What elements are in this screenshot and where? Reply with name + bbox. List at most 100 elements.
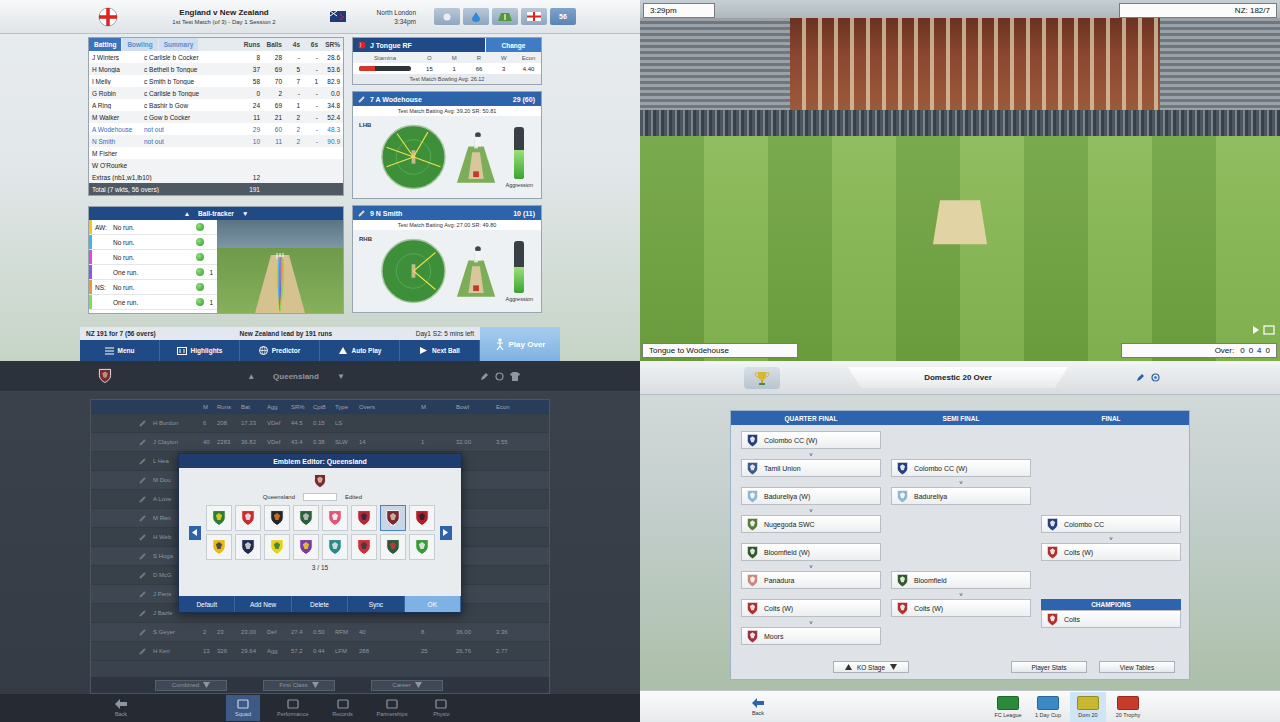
- competition-tab[interactable]: 20 Trophy: [1110, 692, 1146, 722]
- ball-row[interactable]: One run.1: [89, 295, 217, 310]
- dialog-button[interactable]: Add New: [235, 596, 291, 612]
- batter-row[interactable]: A Ringc Bashir b Gow24691-34.8: [89, 99, 343, 111]
- filter-select[interactable]: First Class: [263, 680, 335, 691]
- edit-icon[interactable]: [1136, 373, 1145, 382]
- previous-page-button[interactable]: [189, 526, 201, 540]
- shirt-icon[interactable]: [510, 372, 520, 381]
- batter-row[interactable]: M Walkerc Gow b Cocker11212-52.4: [89, 111, 343, 123]
- next-button[interactable]: ▼: [242, 210, 248, 217]
- stage-select[interactable]: KO Stage: [833, 661, 909, 673]
- team-box[interactable]: Colombo CC (W): [741, 431, 881, 449]
- bracket-button[interactable]: View Tables: [1099, 661, 1175, 673]
- dialog-button[interactable]: Delete: [292, 596, 348, 612]
- back-button[interactable]: Back: [104, 695, 138, 721]
- pitch-button[interactable]: [492, 8, 518, 25]
- ball-icon[interactable]: [495, 372, 504, 381]
- edit-icon[interactable]: [480, 372, 489, 381]
- scorecard-tab[interactable]: Bowling: [122, 38, 157, 51]
- next-team-button[interactable]: ▼: [337, 372, 345, 381]
- emblem-option[interactable]: [351, 534, 377, 560]
- team-box[interactable]: Badureliya: [891, 487, 1031, 505]
- competition-tab[interactable]: 1 Day Cup: [1030, 692, 1066, 722]
- target-icon[interactable]: [1151, 373, 1160, 382]
- squad-nav-item[interactable]: Records: [326, 695, 360, 721]
- player-row[interactable]: H Burdon620817.33VDef44.50.15LS: [91, 414, 549, 433]
- squad-nav-item[interactable]: Partnerships: [374, 695, 411, 721]
- batter-row[interactable]: W O'Rourke: [89, 159, 343, 171]
- emblem-option[interactable]: [380, 505, 406, 531]
- overs-badge[interactable]: 56: [550, 8, 576, 25]
- dropdown-arrow-icon[interactable]: [312, 682, 319, 688]
- emblem-option[interactable]: [409, 534, 435, 560]
- team-box[interactable]: Colts: [1041, 610, 1181, 628]
- emblem-option[interactable]: [293, 505, 319, 531]
- competition-tab[interactable]: FC League: [990, 692, 1026, 722]
- control-button[interactable]: Highlights: [160, 340, 240, 361]
- player-row[interactable]: H Kerr1332629.64Agg57.20.44LFM2882526.76…: [91, 642, 549, 661]
- dialog-button[interactable]: Sync: [348, 596, 404, 612]
- control-button[interactable]: Menu: [80, 340, 160, 361]
- team-box[interactable]: Colts (W): [741, 599, 881, 617]
- next-page-button[interactable]: [440, 526, 452, 540]
- scorecard-tab[interactable]: Batting: [89, 38, 121, 51]
- team-box[interactable]: Colombo CC (W): [891, 459, 1031, 477]
- team-box[interactable]: Bloomfield: [891, 571, 1031, 589]
- emblem-option[interactable]: [351, 505, 377, 531]
- dialog-button[interactable]: Default: [179, 596, 235, 612]
- emblem-option[interactable]: [322, 505, 348, 531]
- batter-row[interactable]: N Smithnot out10112-90.9: [89, 135, 343, 147]
- aggression-meter[interactable]: [514, 127, 524, 179]
- batter-row[interactable]: J Wintersc Carlisle b Cocker828--28.6: [89, 51, 343, 63]
- previous-team-button[interactable]: ▲: [247, 372, 255, 381]
- ball-row[interactable]: NS:No run.: [89, 280, 217, 295]
- bracket-button[interactable]: Player Stats: [1011, 661, 1087, 673]
- aggression-meter[interactable]: [514, 241, 524, 293]
- back-button[interactable]: Back: [740, 692, 776, 722]
- stage-up-icon[interactable]: [845, 664, 852, 670]
- squad-nav-item[interactable]: Squad: [226, 695, 260, 721]
- previous-button[interactable]: ▲: [184, 210, 190, 217]
- dropdown-arrow-icon[interactable]: [415, 682, 422, 688]
- emblem-option[interactable]: [206, 534, 232, 560]
- emblem-option[interactable]: [322, 534, 348, 560]
- player-row[interactable]: J Clayton40228336.82VDef43.40.38SLW14132…: [91, 433, 549, 452]
- squad-nav-item[interactable]: Physio: [424, 695, 458, 721]
- dialog-button[interactable]: OK: [405, 596, 461, 612]
- emblem-option[interactable]: [206, 505, 232, 531]
- filter-select[interactable]: Career: [371, 680, 443, 691]
- ball-row[interactable]: One run.1: [89, 265, 217, 280]
- aggression-control[interactable]: Aggression: [505, 241, 533, 302]
- team-box[interactable]: Colts (W): [1041, 543, 1181, 561]
- ball-row[interactable]: No run.: [89, 250, 217, 265]
- emblem-option[interactable]: [409, 505, 435, 531]
- control-button[interactable]: Next Ball: [400, 340, 480, 361]
- emblem-option[interactable]: [235, 534, 261, 560]
- conditions-button[interactable]: [434, 8, 460, 25]
- change-bowler-button[interactable]: Change: [485, 38, 541, 52]
- emblem-option[interactable]: [264, 534, 290, 560]
- batter-row[interactable]: G Robinc Carlisle b Tongue02--0.0: [89, 87, 343, 99]
- player-row[interactable]: S Geyer22323.00Def27.40.50RFM40836.003.3…: [91, 623, 549, 642]
- team-box[interactable]: Moors: [741, 627, 881, 645]
- weather-button[interactable]: [463, 8, 489, 25]
- emblem-option[interactable]: [293, 534, 319, 560]
- dropdown-arrow-icon[interactable]: [203, 682, 210, 688]
- stage-down-icon[interactable]: [890, 664, 897, 670]
- team-box[interactable]: Colts (W): [891, 599, 1031, 617]
- ball-row[interactable]: No run.: [89, 235, 217, 250]
- team-box[interactable]: Nugegoda SWC: [741, 515, 881, 533]
- play-over-button[interactable]: Play Over: [480, 327, 560, 361]
- emblem-name-field[interactable]: [303, 493, 337, 501]
- emblem-option[interactable]: [264, 505, 290, 531]
- competition-button[interactable]: [744, 367, 780, 389]
- batter-row[interactable]: M Fisher: [89, 147, 343, 159]
- team-box[interactable]: Bloomfield (W): [741, 543, 881, 561]
- emblem-option[interactable]: [235, 505, 261, 531]
- batter-row[interactable]: H Mongiac Bethell b Tongue37695-53.6: [89, 63, 343, 75]
- team-button[interactable]: [521, 8, 547, 25]
- team-box[interactable]: Tamil Union: [741, 459, 881, 477]
- scorecard-tab[interactable]: Summary: [159, 38, 199, 51]
- filter-select[interactable]: Combined: [155, 680, 227, 691]
- control-button[interactable]: Predictor: [240, 340, 320, 361]
- replay-button[interactable]: [1252, 321, 1276, 339]
